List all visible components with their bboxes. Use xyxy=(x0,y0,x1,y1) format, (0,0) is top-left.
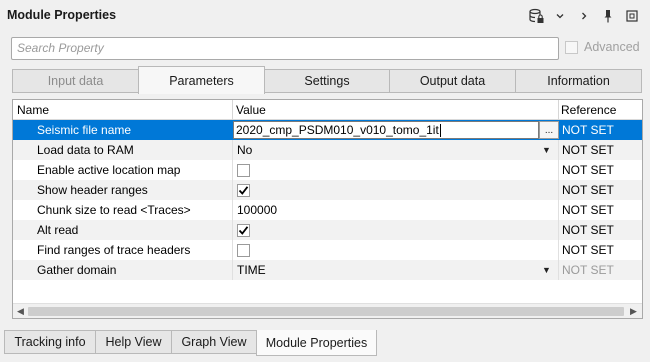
row-reference[interactable]: NOT SET xyxy=(562,160,642,180)
grid-row-enable-active-location-map[interactable]: Enable active location map NOT SET xyxy=(13,160,642,180)
row-reference[interactable]: NOT SET xyxy=(562,220,642,240)
row-reference[interactable]: NOT SET xyxy=(562,260,642,280)
panel-titlebar: Module Properties xyxy=(0,0,650,32)
checkmark-icon xyxy=(238,185,249,195)
grid-row-seismic-file-name[interactable]: Seismic file name 2020_cmp_PSDM010_v010_… xyxy=(13,120,642,140)
chevron-right-icon[interactable] xyxy=(572,7,596,25)
row-name: Enable active location map xyxy=(37,163,181,177)
tab-help-view[interactable]: Help View xyxy=(95,330,172,354)
row-name: Show header ranges xyxy=(37,183,148,197)
grid-row-load-data-to-ram[interactable]: Load data to RAM No ▼ NOT SET xyxy=(13,140,642,160)
row-name: Seismic file name xyxy=(37,123,132,137)
chunk-size-input[interactable]: 100000 xyxy=(237,200,558,220)
tab-settings[interactable]: Settings xyxy=(264,69,390,93)
text-cursor xyxy=(439,123,441,137)
grid-row-alt-read[interactable]: Alt read NOT SET xyxy=(13,220,642,240)
grid-row-show-header-ranges[interactable]: Show header ranges NOT SET xyxy=(13,180,642,200)
row-reference[interactable]: NOT SET xyxy=(562,140,642,160)
search-input[interactable]: Search Property xyxy=(11,37,559,60)
alt-read-checkbox[interactable] xyxy=(237,220,558,240)
pin-icon[interactable] xyxy=(596,7,620,25)
advanced-checkbox[interactable]: Advanced xyxy=(565,40,640,54)
gather-domain-select[interactable]: TIME xyxy=(237,260,558,280)
grid-row-chunk-size[interactable]: Chunk size to read <Traces> 100000 NOT S… xyxy=(13,200,642,220)
tab-parameters[interactable]: Parameters xyxy=(138,66,265,94)
scroll-left-icon[interactable]: ◀ xyxy=(17,306,24,317)
tab-output-data[interactable]: Output data xyxy=(389,69,516,93)
column-header-value[interactable]: Value xyxy=(236,103,266,117)
checkbox-box[interactable] xyxy=(237,243,250,257)
tab-information[interactable]: Information xyxy=(515,69,642,93)
seismic-file-name-input[interactable]: 2020_cmp_PSDM010_v010_tomo_1it xyxy=(233,121,539,139)
tab-input-data[interactable]: Input data xyxy=(12,69,139,93)
tab-module-properties[interactable]: Module Properties xyxy=(256,330,377,356)
property-grid: Name Value Reference Seismic file name 2… xyxy=(12,99,643,319)
row-reference[interactable]: NOT SET xyxy=(562,200,642,220)
checkbox-box[interactable] xyxy=(237,183,250,197)
column-header-reference[interactable]: Reference xyxy=(561,103,616,117)
load-data-to-ram-select[interactable]: No xyxy=(237,140,558,160)
row-name: Gather domain xyxy=(37,263,117,277)
tab-graph-view[interactable]: Graph View xyxy=(171,330,257,354)
checkbox-box[interactable] xyxy=(237,223,250,237)
row-name: Chunk size to read <Traces> xyxy=(37,203,191,217)
find-ranges-checkbox[interactable] xyxy=(237,240,558,260)
row-name: Find ranges of trace headers xyxy=(37,243,191,257)
horizontal-scrollbar[interactable]: ◀ ▶ xyxy=(13,303,642,318)
scrollbar-thumb[interactable] xyxy=(28,307,624,316)
row-reference[interactable]: NOT SET xyxy=(562,120,642,140)
advanced-checkbox-box[interactable] xyxy=(565,40,578,54)
dropdown-arrow-icon[interactable]: ▼ xyxy=(542,145,551,155)
dropdown-arrow-icon[interactable]: ▼ xyxy=(542,265,551,275)
advanced-label: Advanced xyxy=(584,40,640,54)
database-lock-icon[interactable] xyxy=(524,7,548,25)
chevron-down-icon[interactable] xyxy=(548,7,572,25)
grid-header: Name Value Reference xyxy=(13,100,642,120)
grid-row-gather-domain[interactable]: Gather domain TIME ▼ NOT SET xyxy=(13,260,642,280)
seismic-file-name-value: 2020_cmp_PSDM010_v010_tomo_1it xyxy=(236,123,439,137)
row-reference[interactable]: NOT SET xyxy=(562,240,642,260)
checkmark-icon xyxy=(238,225,249,235)
show-header-ranges-checkbox[interactable] xyxy=(237,180,558,200)
scroll-right-icon[interactable]: ▶ xyxy=(630,306,637,317)
restore-icon[interactable] xyxy=(620,7,644,25)
panel-title: Module Properties xyxy=(7,8,117,22)
row-name: Load data to RAM xyxy=(37,143,134,157)
row-name: Alt read xyxy=(37,223,79,237)
row-reference[interactable]: NOT SET xyxy=(562,180,642,200)
tab-tracking-info[interactable]: Tracking info xyxy=(4,330,96,354)
checkbox-box[interactable] xyxy=(237,163,250,177)
grid-row-find-ranges-of-trace-headers[interactable]: Find ranges of trace headers NOT SET xyxy=(13,240,642,260)
column-header-name[interactable]: Name xyxy=(17,103,49,117)
browse-button[interactable]: ... xyxy=(539,121,559,139)
enable-active-location-map-checkbox[interactable] xyxy=(237,160,558,180)
titlebar-icons xyxy=(524,7,644,25)
